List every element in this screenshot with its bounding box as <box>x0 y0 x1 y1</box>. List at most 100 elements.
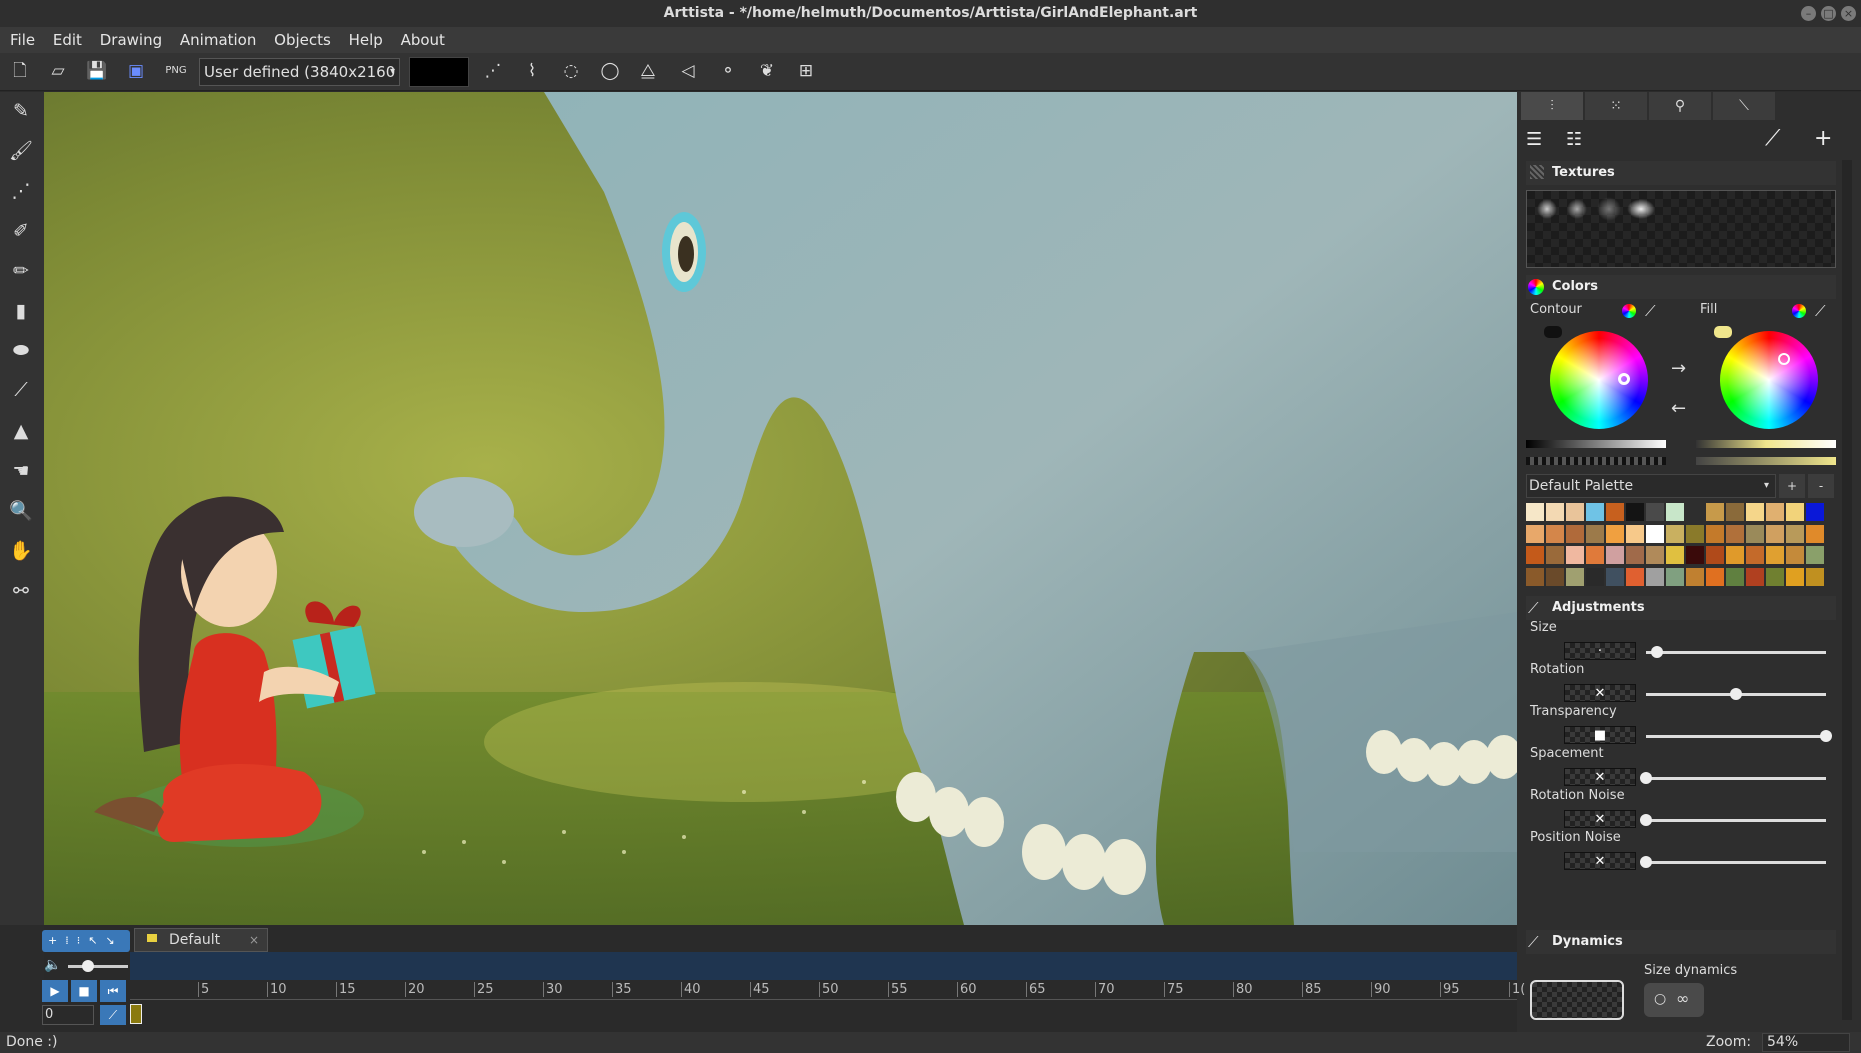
open-folder-icon[interactable]: ▱ <box>47 60 69 82</box>
palette-swatch[interactable] <box>1786 524 1804 543</box>
save-as-icon[interactable]: ▣ <box>125 60 147 82</box>
marker-tool-icon[interactable]: ✏ <box>8 258 34 284</box>
airbrush-tool-icon[interactable]: ✐ <box>8 218 34 244</box>
palette-swatch[interactable] <box>1726 503 1744 521</box>
minimize-icon[interactable]: – <box>1801 6 1816 21</box>
palette-swatch[interactable] <box>1646 524 1664 543</box>
smudge-tool-icon[interactable]: ☚ <box>8 458 34 484</box>
palette-swatch[interactable] <box>1626 524 1644 543</box>
mirror-icon[interactable]: ⧋ <box>637 60 659 82</box>
contour-eyedropper-icon[interactable]: ⟋ <box>1645 302 1656 320</box>
palette-swatch[interactable] <box>1546 546 1564 564</box>
contour-color-wheel[interactable] <box>1550 331 1648 429</box>
pencil-tool-icon[interactable]: ✎ <box>8 98 34 124</box>
palette-swatch[interactable] <box>1646 503 1664 521</box>
adjustment-slider[interactable] <box>1646 735 1826 738</box>
dotted-line-tool-icon[interactable]: ⋰ <box>8 178 34 204</box>
menu-edit[interactable]: Edit <box>53 31 82 49</box>
perspective-icon[interactable]: ◁ <box>677 60 699 82</box>
contour-wheel-handle[interactable] <box>1618 373 1630 385</box>
palette-swatch[interactable] <box>1626 567 1644 586</box>
texture-noise-icon[interactable] <box>1597 197 1621 221</box>
palette-swatch[interactable] <box>1606 503 1624 521</box>
new-file-icon[interactable]: 🗋 <box>9 60 31 82</box>
contour-wheel-mode-icon[interactable] <box>1622 304 1636 318</box>
fill-wheel-mode-icon[interactable] <box>1792 304 1806 318</box>
palette-add-button[interactable]: + <box>1779 474 1805 498</box>
palette-swatch[interactable] <box>1546 524 1564 543</box>
fill-alpha-slider[interactable] <box>1696 457 1836 465</box>
close-icon[interactable]: × <box>1841 6 1856 21</box>
adjustment-slider-knob[interactable] <box>1640 856 1652 868</box>
palette-swatch[interactable] <box>1686 546 1704 564</box>
palette-swatch[interactable] <box>1526 524 1544 543</box>
palette-remove-button[interactable]: - <box>1808 474 1834 498</box>
palette-swatch[interactable] <box>1666 546 1684 564</box>
current-color-swatch[interactable] <box>409 57 469 87</box>
layer-track[interactable] <box>130 952 1517 980</box>
adjustment-slider-knob[interactable] <box>1820 730 1832 742</box>
dynamics-infinite-button[interactable]: ∞ <box>1676 989 1689 1008</box>
palette-swatch[interactable] <box>1726 546 1744 564</box>
contour-brightness-slider[interactable] <box>1526 440 1666 448</box>
palette-swatch[interactable] <box>1706 567 1724 586</box>
keyframe-marker[interactable] <box>130 1004 142 1024</box>
frame-spinbox[interactable]: 0 <box>42 1005 94 1025</box>
stop-button[interactable]: ■ <box>71 980 97 1002</box>
play-button[interactable]: ▶ <box>42 980 68 1002</box>
grid-icon[interactable]: ⊞ <box>795 60 817 82</box>
shapes-tool-icon[interactable]: ▲ <box>8 418 34 444</box>
select-nodes-icon[interactable]: ⌇ <box>521 60 543 82</box>
export-png-icon[interactable]: PNG <box>165 60 187 82</box>
adjustment-slider[interactable] <box>1646 861 1826 864</box>
palette-swatch[interactable] <box>1806 503 1824 521</box>
contour-color-chip[interactable] <box>1544 326 1562 338</box>
palette-swatch[interactable] <box>1646 546 1664 564</box>
palette-swatch[interactable] <box>1726 524 1744 543</box>
palette-swatch[interactable] <box>1666 503 1684 521</box>
palette-swatch[interactable] <box>1766 546 1784 564</box>
palette-swatch[interactable] <box>1806 524 1824 543</box>
palette-swatch[interactable] <box>1746 546 1764 564</box>
palette-swatch[interactable] <box>1806 567 1824 586</box>
palette-swatch[interactable] <box>1666 567 1684 586</box>
layer-tab-default[interactable]: Default × <box>134 928 268 952</box>
onion-skin-button[interactable]: ⟋ <box>100 1005 126 1025</box>
panel-scrollbar[interactable] <box>1842 160 1852 1020</box>
contour-alpha-slider[interactable] <box>1526 457 1666 465</box>
palette-select[interactable]: Default Palette ▾ <box>1526 474 1776 498</box>
volume-slider[interactable] <box>68 965 128 968</box>
swap-left-icon[interactable]: ← <box>1671 398 1686 419</box>
maximize-icon[interactable]: □ <box>1821 6 1836 21</box>
palette-swatch[interactable] <box>1766 567 1784 586</box>
palette-swatch[interactable] <box>1746 503 1764 521</box>
list-view-icon[interactable]: ☰ <box>1526 129 1542 150</box>
zoom-spinbox[interactable]: 54% <box>1762 1033 1850 1052</box>
adjustment-slider-knob[interactable] <box>1640 772 1652 784</box>
palette-swatch[interactable] <box>1606 524 1624 543</box>
menu-about[interactable]: About <box>401 31 445 49</box>
dynamics-preview[interactable] <box>1530 980 1624 1020</box>
palette-swatch[interactable] <box>1746 567 1764 586</box>
adjustment-slider-knob[interactable] <box>1640 814 1652 826</box>
blend-icon[interactable]: ⚬ <box>717 60 739 82</box>
palette-swatch[interactable] <box>1626 546 1644 564</box>
palette-swatch[interactable] <box>1566 567 1584 586</box>
adjustment-slider-knob[interactable] <box>1730 688 1742 700</box>
dynamics-pressure-button[interactable]: ○ <box>1654 991 1666 1007</box>
palette-swatch[interactable] <box>1686 567 1704 586</box>
palette-swatch[interactable] <box>1666 524 1684 543</box>
brush-pack-icon[interactable]: ❦ <box>756 60 778 82</box>
texture-grain-icon[interactable] <box>1567 199 1587 219</box>
eraser-block-icon[interactable]: ▮ <box>8 298 34 324</box>
palette-swatch[interactable] <box>1546 503 1564 521</box>
palette-swatch[interactable] <box>1526 567 1544 586</box>
palette-swatch[interactable] <box>1706 546 1724 564</box>
menu-objects[interactable]: Objects <box>274 31 331 49</box>
palette-swatch[interactable] <box>1726 567 1744 586</box>
palette-swatch[interactable] <box>1706 524 1724 543</box>
palette-swatch[interactable] <box>1606 546 1624 564</box>
palette-swatch[interactable] <box>1786 546 1804 564</box>
palette-swatch[interactable] <box>1586 503 1604 521</box>
palette-swatch[interactable] <box>1786 503 1804 521</box>
